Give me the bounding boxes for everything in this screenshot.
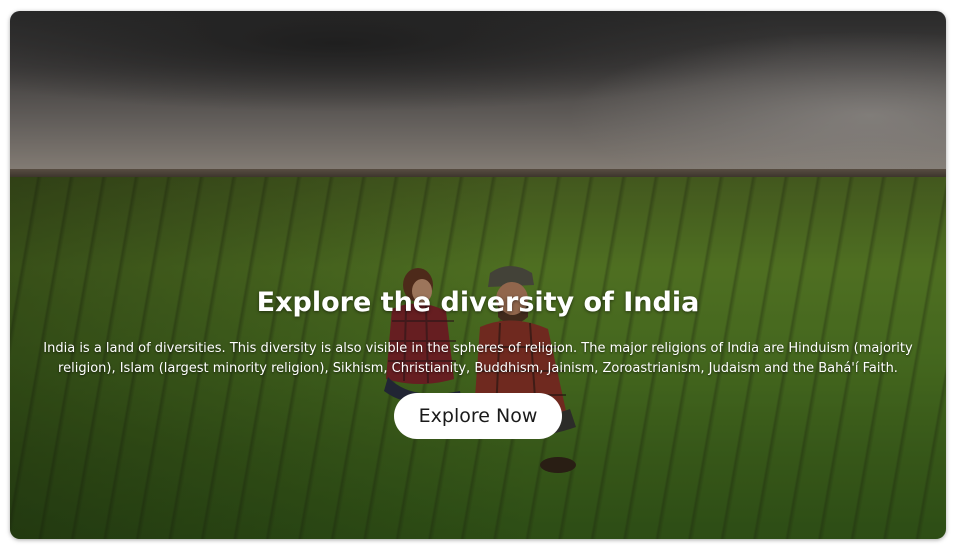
hero-title: Explore the diversity of India <box>256 287 700 318</box>
hero-description: India is a land of diversities. This div… <box>43 341 913 376</box>
hero-content: Explore the diversity of India India is … <box>10 281 946 439</box>
hero-dark-overlay <box>10 11 946 539</box>
hero-banner: Explore the diversity of India India is … <box>10 11 946 539</box>
explore-now-button[interactable]: Explore Now <box>393 393 563 439</box>
